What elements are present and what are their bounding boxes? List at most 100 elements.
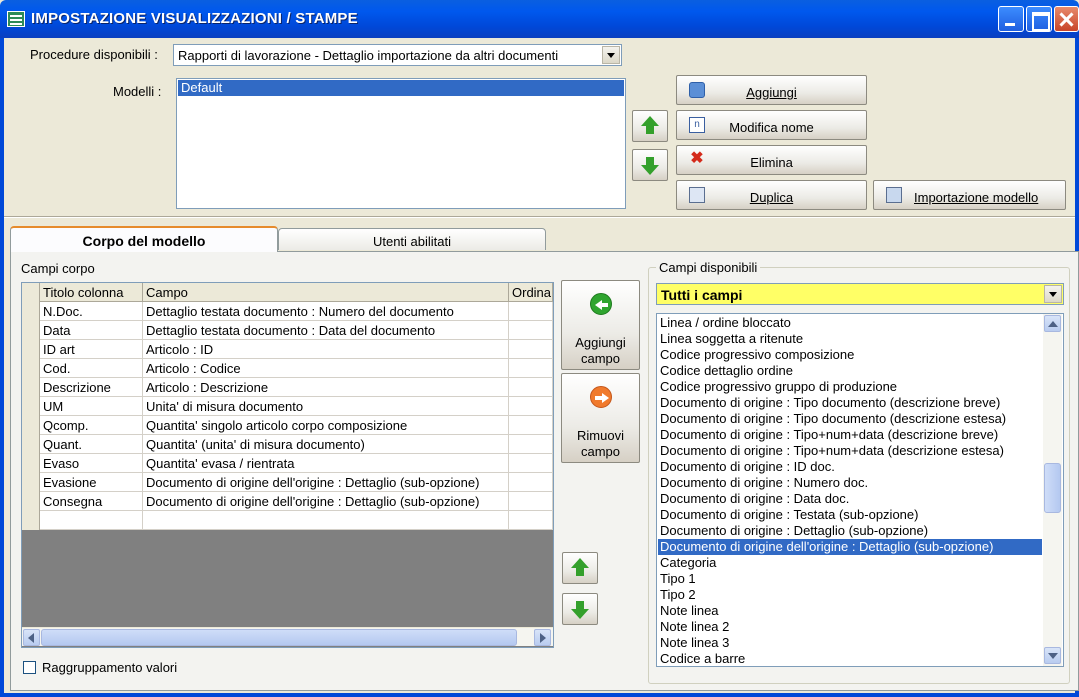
table-row[interactable]: UM Unita' di misura documento bbox=[22, 397, 553, 416]
field-move-down-button[interactable] bbox=[562, 593, 598, 625]
sort-cell[interactable] bbox=[509, 435, 553, 454]
models-list-item[interactable]: Default bbox=[178, 80, 624, 96]
list-item[interactable]: Note linea bbox=[658, 603, 1042, 619]
list-item[interactable]: Note linea 3 bbox=[658, 635, 1042, 651]
list-item[interactable]: Documento di origine : Tipo+num+data (de… bbox=[658, 427, 1042, 443]
chevron-down-icon[interactable] bbox=[1044, 285, 1062, 303]
list-item[interactable]: Documento di origine : Dettaglio (sub-op… bbox=[658, 523, 1042, 539]
list-item[interactable]: Documento di origine : Numero doc. bbox=[658, 475, 1042, 491]
field-cell[interactable]: Dettaglio testata documento : Data del d… bbox=[143, 321, 509, 340]
available-fields-items[interactable]: Linea / ordine bloccato Linea soggetta a… bbox=[656, 313, 1064, 667]
table-row[interactable]: Evaso Quantita' evasa / rientrata bbox=[22, 454, 553, 473]
row-header[interactable] bbox=[22, 492, 40, 511]
tab-model-body[interactable]: Corpo del modello bbox=[10, 226, 278, 252]
table-row[interactable]: Qcomp. Quantita' singolo articolo corpo … bbox=[22, 416, 553, 435]
sort-cell[interactable] bbox=[509, 511, 553, 530]
row-header[interactable] bbox=[22, 454, 40, 473]
table-row[interactable]: Data Dettaglio testata documento : Data … bbox=[22, 321, 553, 340]
scroll-right-button[interactable] bbox=[534, 629, 551, 646]
field-move-up-button[interactable] bbox=[562, 552, 598, 584]
list-item[interactable]: Documento di origine : Testata (sub-opzi… bbox=[658, 507, 1042, 523]
add-model-button[interactable]: Aggiungi bbox=[676, 75, 867, 105]
table-row[interactable]: Quant. Quantita' (unita' di misura docum… bbox=[22, 435, 553, 454]
sort-cell[interactable] bbox=[509, 302, 553, 321]
list-item[interactable]: Note linea 2 bbox=[658, 619, 1042, 635]
row-header[interactable] bbox=[22, 435, 40, 454]
delete-model-button[interactable]: ✖ Elimina bbox=[676, 145, 867, 175]
column-title-cell[interactable]: Evaso bbox=[40, 454, 143, 473]
group-values-checkbox[interactable] bbox=[23, 661, 36, 674]
list-item[interactable]: Codice dettaglio ordine bbox=[658, 363, 1042, 379]
grid-horizontal-scrollbar[interactable] bbox=[22, 627, 553, 646]
column-title-cell[interactable]: Qcomp. bbox=[40, 416, 143, 435]
list-item[interactable]: Linea soggetta a ritenute bbox=[658, 331, 1042, 347]
list-item[interactable]: Documento di origine : Tipo+num+data (de… bbox=[658, 443, 1042, 459]
sort-cell[interactable] bbox=[509, 359, 553, 378]
list-item[interactable]: Documento di origine : Tipo documento (d… bbox=[658, 395, 1042, 411]
list-item-selected[interactable]: Documento di origine dell'origine : Dett… bbox=[658, 539, 1042, 555]
column-title-cell[interactable] bbox=[40, 511, 143, 530]
field-cell[interactable]: Quantita' singolo articolo corpo composi… bbox=[143, 416, 509, 435]
field-cell[interactable]: Unita' di misura documento bbox=[143, 397, 509, 416]
column-title-cell[interactable]: ID art bbox=[40, 340, 143, 359]
list-item[interactable]: Documento di origine : Data doc. bbox=[658, 491, 1042, 507]
field-cell[interactable]: Articolo : Codice bbox=[143, 359, 509, 378]
column-title-cell[interactable]: Descrizione bbox=[40, 378, 143, 397]
table-row[interactable]: Consegna Documento di origine dell'origi… bbox=[22, 492, 553, 511]
sort-cell[interactable] bbox=[509, 473, 553, 492]
sort-cell[interactable] bbox=[509, 340, 553, 359]
fields-vertical-scrollbar[interactable] bbox=[1043, 314, 1062, 666]
field-cell[interactable]: Articolo : Descrizione bbox=[143, 378, 509, 397]
close-button[interactable] bbox=[1054, 6, 1079, 32]
sort-cell[interactable] bbox=[509, 492, 553, 511]
sort-cell[interactable] bbox=[509, 454, 553, 473]
field-cell[interactable]: Dettaglio testata documento : Numero del… bbox=[143, 302, 509, 321]
models-list[interactable]: Default bbox=[176, 78, 626, 209]
column-title-cell[interactable]: Data bbox=[40, 321, 143, 340]
row-header[interactable] bbox=[22, 321, 40, 340]
scrollbar-thumb[interactable] bbox=[1044, 463, 1061, 513]
list-item[interactable]: Tipo 1 bbox=[658, 571, 1042, 587]
duplicate-model-button[interactable]: Duplica bbox=[676, 180, 867, 210]
rename-model-button[interactable]: n Modifica nome bbox=[676, 110, 867, 140]
row-header[interactable] bbox=[22, 359, 40, 378]
sort-cell[interactable] bbox=[509, 416, 553, 435]
list-item[interactable]: Linea / ordine bloccato bbox=[658, 315, 1042, 331]
list-item[interactable]: Codice a barre bbox=[658, 651, 1042, 667]
list-item[interactable]: Documento di origine : Tipo documento (d… bbox=[658, 411, 1042, 427]
list-item[interactable]: Documento di origine : ID doc. bbox=[658, 459, 1042, 475]
column-header[interactable]: Campo bbox=[143, 283, 509, 302]
table-row-new[interactable] bbox=[22, 511, 553, 530]
column-title-cell[interactable]: UM bbox=[40, 397, 143, 416]
column-title-cell[interactable]: N.Doc. bbox=[40, 302, 143, 321]
body-fields-grid[interactable]: Titolo colonna Campo Ordina N.Doc. Detta… bbox=[21, 282, 554, 648]
table-row[interactable]: N.Doc. Dettaglio testata documento : Num… bbox=[22, 302, 553, 321]
sort-cell[interactable] bbox=[509, 378, 553, 397]
remove-field-button[interactable]: Rimuovi campo bbox=[561, 373, 640, 463]
table-row[interactable]: Evasione Documento di origine dell'origi… bbox=[22, 473, 553, 492]
column-title-cell[interactable]: Cod. bbox=[40, 359, 143, 378]
list-item[interactable]: Categoria bbox=[658, 555, 1042, 571]
field-cell[interactable]: Quantita' evasa / rientrata bbox=[143, 454, 509, 473]
add-field-button[interactable]: Aggiungi campo bbox=[561, 280, 640, 370]
fields-filter-select[interactable]: Tutti i campi bbox=[656, 283, 1064, 305]
model-move-up-button[interactable] bbox=[632, 110, 668, 142]
field-cell[interactable]: Documento di origine dell'origine : Dett… bbox=[143, 473, 509, 492]
column-title-cell[interactable]: Consegna bbox=[40, 492, 143, 511]
row-header[interactable] bbox=[22, 340, 40, 359]
title-bar[interactable]: IMPOSTAZIONE VISUALIZZAZIONI / STAMPE bbox=[0, 0, 1079, 38]
table-row[interactable]: Descrizione Articolo : Descrizione bbox=[22, 378, 553, 397]
table-row[interactable]: ID art Articolo : ID bbox=[22, 340, 553, 359]
scroll-left-button[interactable] bbox=[23, 629, 40, 646]
field-cell[interactable]: Quantita' (unita' di misura documento) bbox=[143, 435, 509, 454]
row-header[interactable] bbox=[22, 378, 40, 397]
column-title-cell[interactable]: Quant. bbox=[40, 435, 143, 454]
column-title-cell[interactable]: Evasione bbox=[40, 473, 143, 492]
scroll-up-button[interactable] bbox=[1044, 315, 1061, 332]
maximize-button[interactable] bbox=[1026, 6, 1052, 32]
tab-enabled-users[interactable]: Utenti abilitati bbox=[278, 228, 546, 250]
minimize-button[interactable] bbox=[998, 6, 1024, 32]
import-model-button[interactable]: Importazione modello bbox=[873, 180, 1066, 210]
column-header[interactable]: Ordina bbox=[509, 283, 553, 302]
row-header[interactable] bbox=[22, 416, 40, 435]
